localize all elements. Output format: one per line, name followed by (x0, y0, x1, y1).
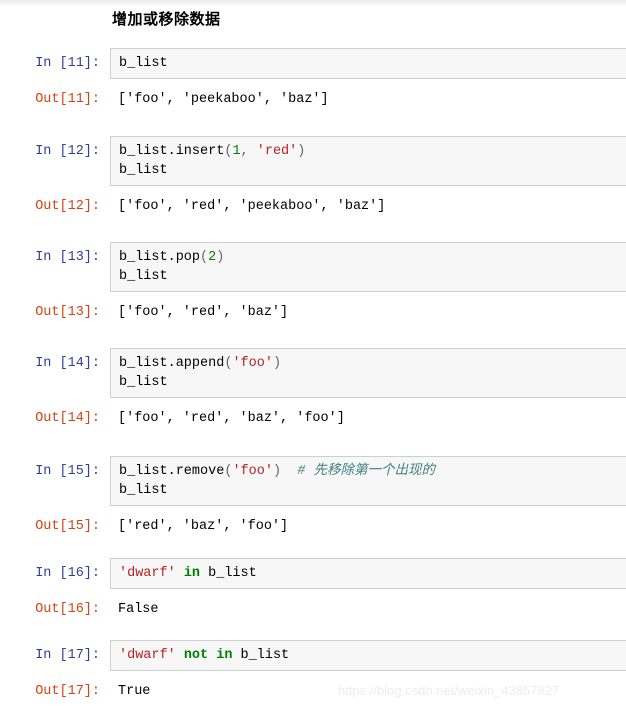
input-prompt: In [14]: (35, 356, 100, 371)
code-output-cell: ['foo', 'red', 'peekaboo', 'baz'] (110, 197, 626, 216)
code-output-cell: ['foo', 'peekaboo', 'baz'] (110, 90, 626, 109)
code-token-kw: in (216, 648, 233, 663)
code-input-cell[interactable]: b_list (110, 48, 626, 79)
code-output-cell: ['foo', 'red', 'baz'] (110, 303, 626, 322)
code-token-plain: b_list.append (119, 356, 225, 371)
code-token-str: 'dwarf' (119, 566, 176, 581)
code-token-plain: b_list (119, 163, 168, 178)
code-token-op: , (240, 144, 257, 159)
code-line: 'dwarf' not in b_list (119, 646, 626, 665)
code-token-op: ) (297, 144, 306, 159)
code-input-cell[interactable]: b_list.append('foo') b_list (110, 348, 626, 398)
output-line: ['foo', 'red', 'baz', 'foo'] (118, 411, 345, 426)
code-token-plain: b_list (200, 566, 257, 581)
code-line: b_list (119, 54, 626, 73)
output-line: ['foo', 'red', 'peekaboo', 'baz'] (118, 199, 386, 214)
output-line: False (118, 602, 159, 617)
code-output-cell: False (110, 600, 626, 619)
code-line: b_list.pop(2) (119, 248, 626, 267)
output-prompt: Out[13]: (35, 305, 100, 320)
code-token-str: 'red' (256, 144, 298, 159)
code-token-plain: b_list.pop (119, 250, 201, 265)
code-token-op: ) (272, 356, 282, 371)
code-line: b_list (119, 267, 626, 286)
code-input-cell[interactable]: b_list.insert(1, 'red') b_list (110, 136, 626, 186)
output-prompt: Out[11]: (35, 92, 100, 107)
output-line: ['red', 'baz', 'foo'] (118, 519, 289, 534)
input-prompt: In [17]: (35, 648, 100, 663)
code-token-com: # 先移除第一个出现的 (297, 464, 435, 479)
code-token-plain: b_list.insert (119, 144, 225, 159)
output-prompt: Out[12]: (35, 199, 100, 214)
output-prompt: Out[15]: (35, 519, 100, 534)
code-token-str: 'foo' (232, 464, 273, 479)
input-prompt: In [15]: (35, 464, 100, 479)
code-token-plain: b_list (119, 375, 168, 390)
code-token-plain: b_list (119, 269, 168, 284)
code-token-plain: b_list (119, 56, 168, 71)
input-prompt: In [11]: (35, 56, 100, 71)
output-prompt: Out[14]: (35, 411, 100, 426)
page-title: 增加或移除数据 (112, 11, 221, 28)
code-token-op: ) (216, 250, 225, 265)
code-token-plain: b_list (119, 483, 168, 498)
input-prompt: In [12]: (35, 144, 100, 159)
code-output-cell: ['red', 'baz', 'foo'] (110, 517, 626, 536)
csdn-watermark: https://blog.csdn.net/weixin_43857827 (338, 683, 560, 698)
code-token-plain: b_list (232, 648, 290, 663)
input-prompt: In [13]: (35, 250, 100, 265)
output-prompt: Out[16]: (35, 602, 100, 617)
code-line: 'dwarf' in b_list (119, 564, 626, 583)
output-line: ['foo', 'peekaboo', 'baz'] (118, 92, 329, 107)
code-line: b_list.append('foo') (119, 354, 626, 373)
output-line: ['foo', 'red', 'baz'] (118, 305, 289, 320)
code-input-cell[interactable]: b_list.pop(2) b_list (110, 242, 626, 292)
code-input-cell[interactable]: b_list.remove('foo') # 先移除第一个出现的 b_list (110, 456, 626, 506)
code-line: b_list.remove('foo') # 先移除第一个出现的 (119, 462, 626, 481)
code-token-op: ) (272, 464, 282, 479)
code-line: b_list.insert(1, 'red') (119, 142, 626, 161)
code-token-num: 1 (232, 144, 241, 159)
code-line: b_list (119, 161, 626, 180)
code-line: b_list (119, 373, 626, 392)
code-input-cell[interactable]: 'dwarf' in b_list (110, 558, 626, 589)
page-top-shadow (0, 0, 626, 7)
input-prompt: In [16]: (35, 566, 100, 581)
code-input-cell[interactable]: 'dwarf' not in b_list (110, 640, 626, 671)
code-token-str: 'dwarf' (119, 648, 176, 663)
code-token-op: ( (200, 250, 209, 265)
code-output-cell: ['foo', 'red', 'baz', 'foo'] (110, 409, 626, 428)
code-token-kw: in (183, 566, 201, 581)
code-token-kw: not (183, 648, 209, 663)
code-token-plain: b_list.remove (119, 464, 225, 479)
output-prompt: Out[17]: (35, 684, 100, 699)
code-token-str: 'foo' (232, 356, 273, 371)
code-line: b_list (119, 481, 626, 500)
